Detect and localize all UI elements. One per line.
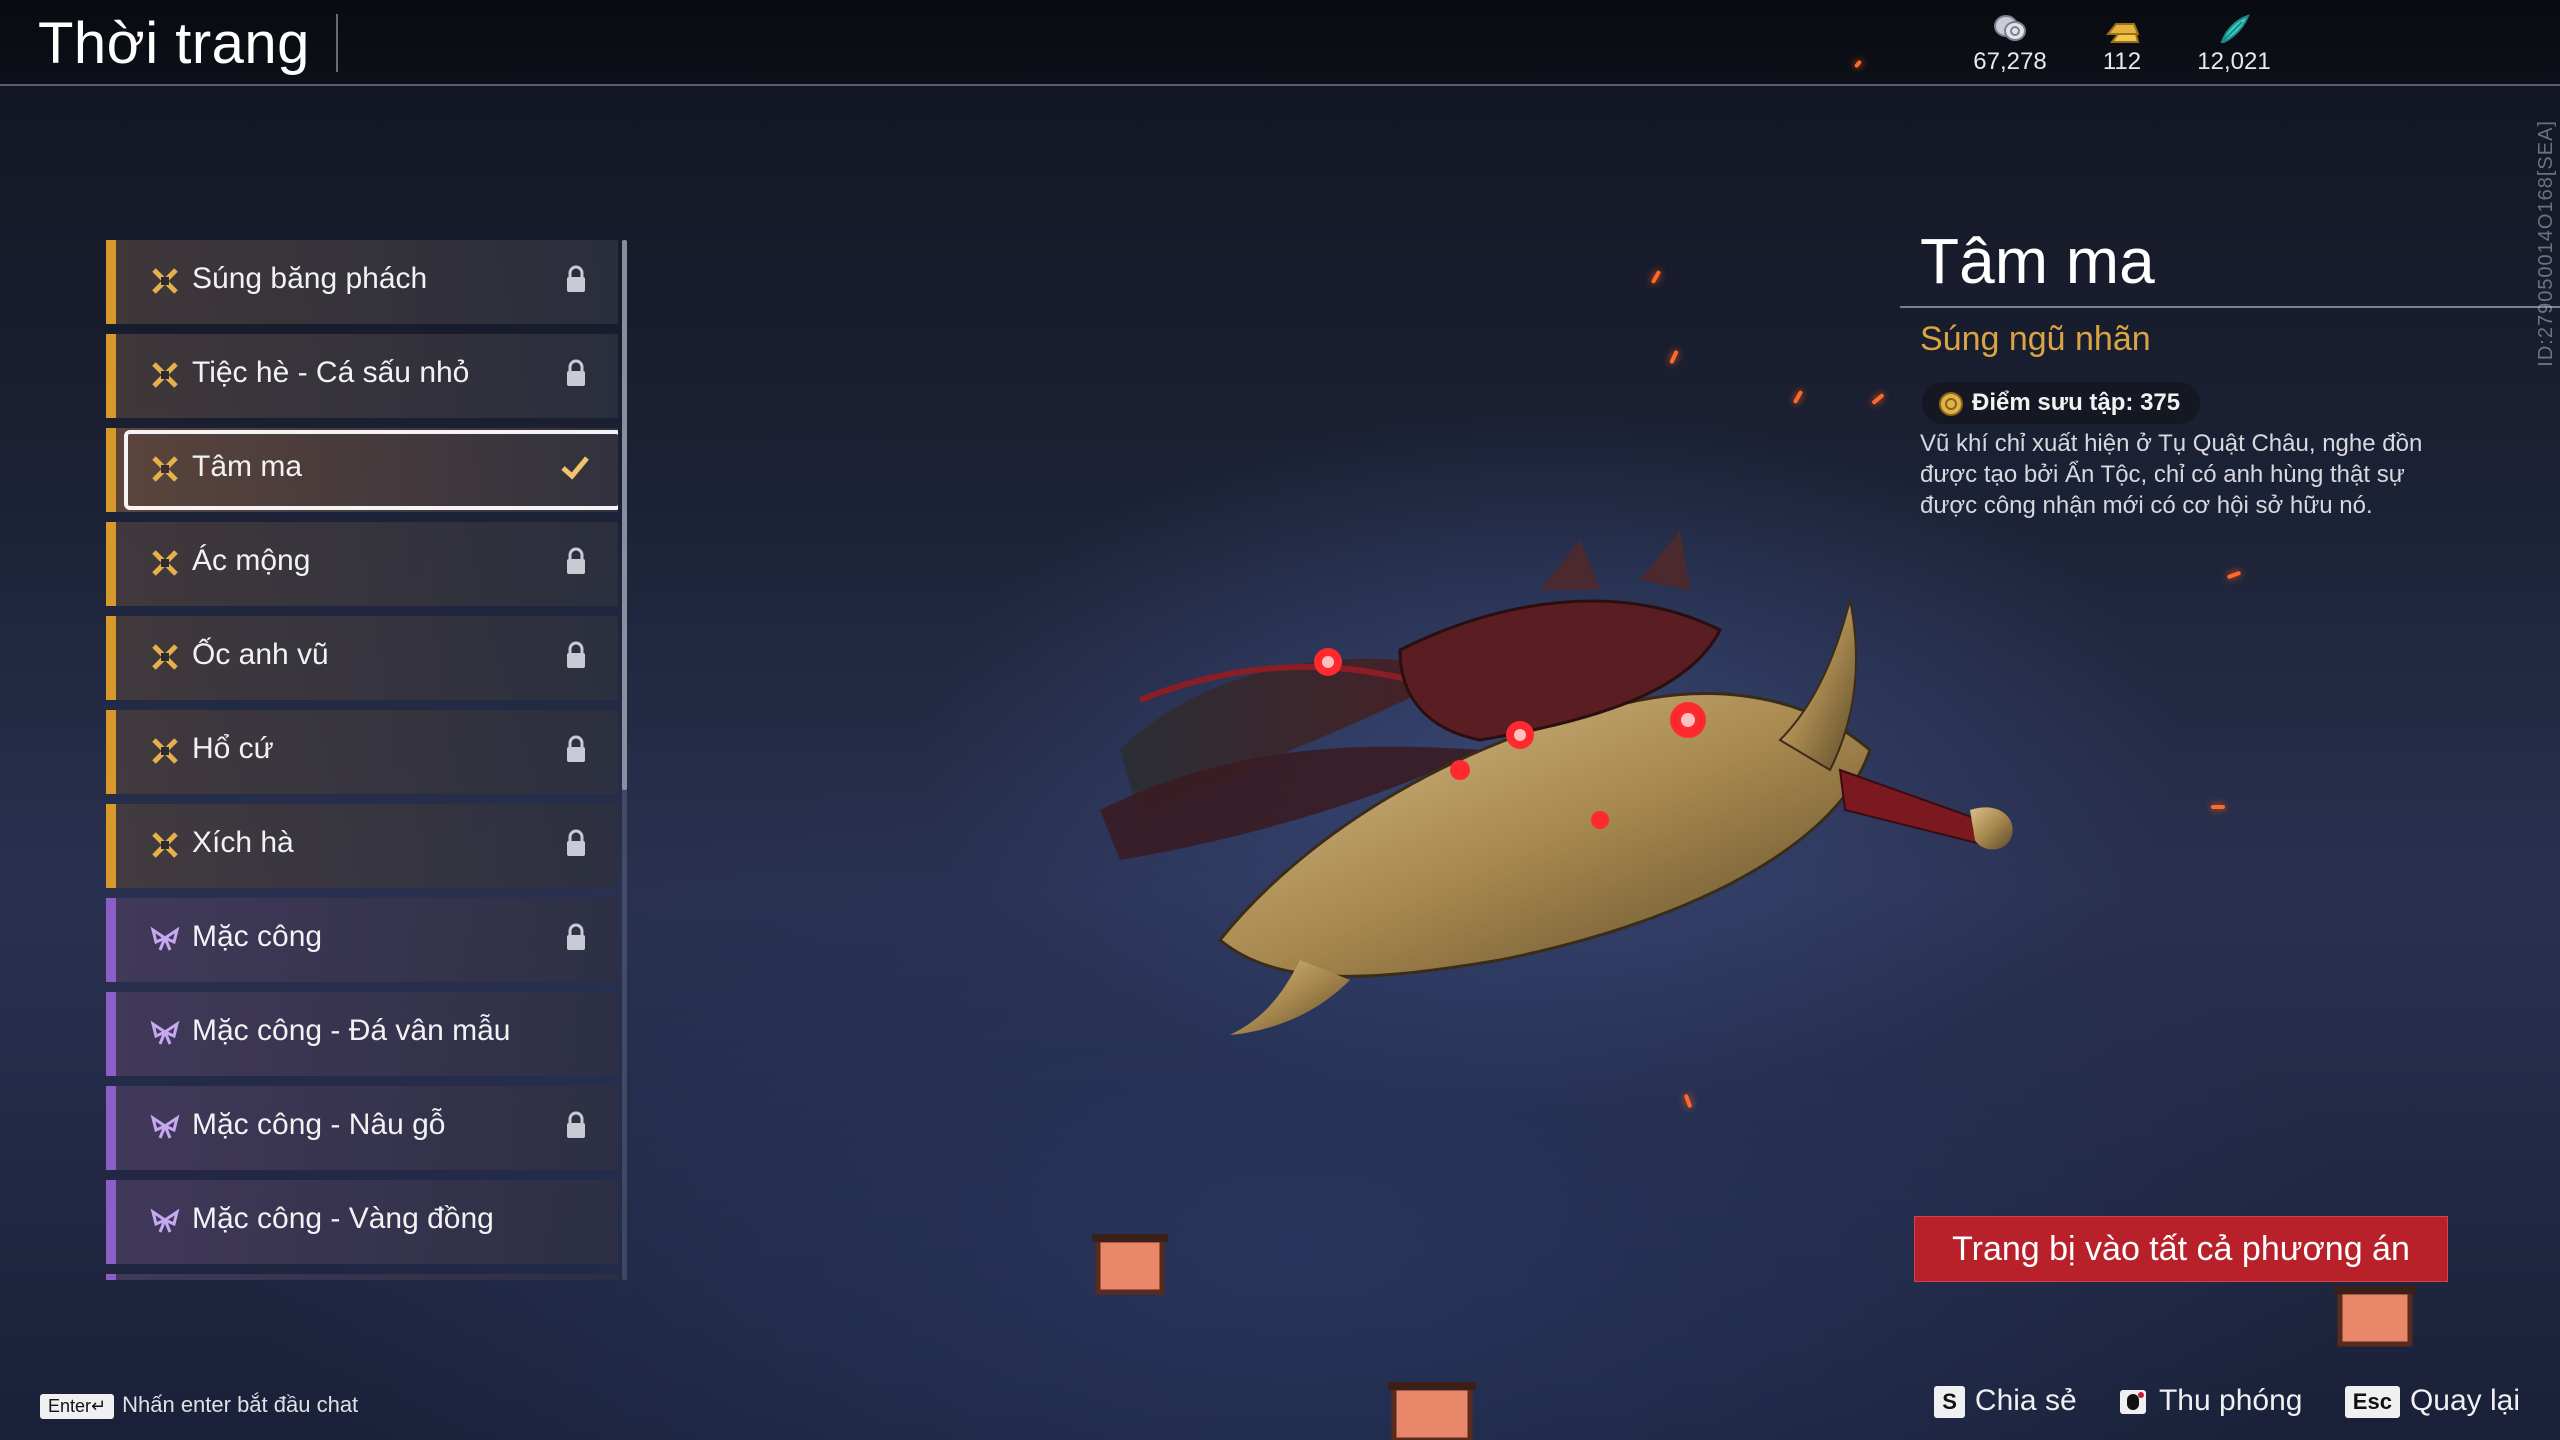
scrollbar-thumb[interactable] <box>622 240 627 790</box>
butterfly-icon <box>150 1020 180 1045</box>
enter-key: Enter↵ <box>40 1393 115 1419</box>
cross-swords-icon <box>152 550 178 576</box>
weapon-model[interactable] <box>1080 520 2020 1040</box>
lock-icon <box>567 641 585 668</box>
butterfly-icon <box>150 926 180 951</box>
list-item-label: Súng băng phách <box>192 262 428 295</box>
butterfly-icon <box>150 1114 180 1139</box>
butterfly-icon <box>150 1208 180 1233</box>
lock-icon <box>567 547 585 574</box>
ember-particle <box>1871 392 1885 406</box>
ember-particle <box>1683 1093 1693 1109</box>
lock-icon <box>567 923 585 950</box>
top-bar <box>0 0 2560 86</box>
cross-swords-icon <box>152 644 178 670</box>
equip-all-button[interactable]: Trang bị vào tất cả phương án <box>1914 1216 2448 1282</box>
currency-gold: 112 <box>2092 12 2152 76</box>
list-item[interactable]: Mặc công - Đá vân mẫu <box>106 992 618 1076</box>
item-title: Tâm ma <box>1920 225 2155 297</box>
esc-key: Esc <box>2344 1386 2400 1419</box>
list-item-label: Mặc công - Vàng đồng <box>192 1202 494 1235</box>
lock-icon <box>567 735 585 762</box>
zoom-label: Thu phóng <box>2158 1384 2303 1417</box>
player-id: ID:279050014O168[SEA] <box>2535 120 2557 367</box>
list-item-label: Mặc công - Nâu gỗ <box>192 1108 446 1141</box>
currency-feather: 12,021 <box>2192 12 2276 76</box>
lock-icon <box>567 1111 585 1138</box>
item-subtitle: Súng ngũ nhãn <box>1920 320 2151 358</box>
list-item[interactable]: Tiệc hè - Cá sấu nhỏ <box>106 334 618 418</box>
back-button[interactable]: Esc Quay lại <box>2344 1384 2520 1419</box>
back-label: Quay lại <box>2409 1384 2520 1417</box>
gold-value: 112 <box>2102 48 2142 75</box>
cross-swords-icon <box>152 832 178 858</box>
list-item-label: Tâm ma <box>192 450 303 483</box>
list-item-label: Xích hà <box>192 826 294 859</box>
check-icon <box>561 456 589 480</box>
cross-swords-icon <box>152 456 178 482</box>
share-key: S <box>1934 1386 1965 1419</box>
cross-swords-icon <box>152 268 178 294</box>
item-description: Vũ khí chỉ xuất hiện ở Tụ Quật Châu, ngh… <box>1920 430 2423 519</box>
cosmetic-list[interactable]: Súng băng phách Tiệc hè - Cá sấu nhỏ Tâm… <box>106 240 618 1280</box>
list-item[interactable]: Mặc công - Nâu gỗ <box>106 1086 618 1170</box>
collection-points-badge: Điểm sưu tập: 375 <box>1922 382 2201 424</box>
ember-particle <box>2226 570 2242 580</box>
feather-value: 12,021 <box>2197 48 2271 75</box>
ember-particle <box>2211 805 2225 809</box>
detail-divider <box>1900 306 2560 308</box>
lantern-decoration <box>1092 1234 1168 1295</box>
top-divider <box>0 84 2560 86</box>
ember-particle <box>1792 389 1804 405</box>
lantern-decoration <box>1388 1382 1476 1440</box>
list-item[interactable]: Hổ cứ <box>106 710 618 794</box>
currency-coins: 67,278 <box>1968 12 2052 76</box>
lantern-decoration <box>2334 1286 2416 1347</box>
chat-hint[interactable]: Enter↵ Nhấn enter bắt đầu chat <box>40 1392 358 1419</box>
coins-value: 67,278 <box>1973 48 2047 75</box>
share-button[interactable]: S Chia sẻ <box>1934 1384 2077 1419</box>
zoom-button[interactable]: Thu phóng <box>2119 1384 2302 1418</box>
list-item[interactable]: Ốc anh vũ <box>106 616 618 700</box>
list-item-label: Hổ cứ <box>192 732 274 765</box>
coins-icon <box>1994 15 2026 41</box>
list-item[interactable] <box>106 1274 618 1280</box>
ember-particle <box>1650 269 1662 285</box>
list-item-label: Ốc anh vũ <box>192 638 329 671</box>
feather-icon <box>2220 14 2250 43</box>
lock-icon <box>567 359 585 386</box>
collection-coin-icon <box>1939 391 1963 416</box>
share-label: Chia sẻ <box>1974 1384 2077 1417</box>
gold-bars-icon <box>2105 23 2140 43</box>
list-item[interactable]: Súng băng phách <box>106 240 618 324</box>
list-item[interactable]: Mặc công - Vàng đồng <box>106 1180 618 1264</box>
ember-particle <box>1669 349 1679 365</box>
collection-points-text: Điểm sưu tập: 375 <box>1972 389 2181 416</box>
list-scrollbar[interactable] <box>622 240 627 1280</box>
list-item[interactable]: Xích hà <box>106 804 618 888</box>
cross-swords-icon <box>152 738 178 764</box>
list-item-label: Mặc công - Đá vân mẫu <box>192 1014 511 1047</box>
list-item-label: Mặc công <box>192 920 323 953</box>
zoom-icon <box>2119 1390 2146 1415</box>
chat-hint-text: Nhấn enter bắt đầu chat <box>122 1392 359 1417</box>
list-item[interactable]: Mặc công <box>106 898 618 982</box>
list-item-label: Tiệc hè - Cá sấu nhỏ <box>192 356 470 389</box>
list-item-selected[interactable]: Tâm ma <box>106 428 618 512</box>
list-item-label: Ác mộng <box>192 544 311 577</box>
list-item[interactable]: Ác mộng <box>106 522 618 606</box>
footer-actions: S Chia sẻ Thu phóng Esc Quay lại <box>1900 1384 2520 1419</box>
title-separator <box>336 14 338 72</box>
lock-icon <box>567 265 585 292</box>
cross-swords-icon <box>152 362 178 388</box>
lock-icon <box>567 829 585 856</box>
page-title: Thời trang <box>38 11 310 76</box>
